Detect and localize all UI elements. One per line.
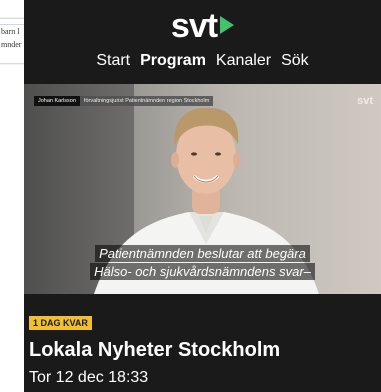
nav-item-kanaler[interactable]: Kanaler [216,50,271,72]
main-nav: Start Program Kanaler Sök [24,50,381,72]
play-triangle-icon [220,16,235,35]
background-divider [0,24,25,25]
background-text-line-2: mnder [1,40,22,49]
lower-third-name: Johan Karlsson [34,96,80,106]
video-player[interactable]: Johan Karlsson förvaltningsjurist Patien… [24,84,381,294]
subtitle-line-2: Hälso- och sjukvårdsnämndens svar– [90,263,315,280]
nav-item-sok[interactable]: Sök [281,50,309,72]
lower-third-caption: Johan Karlsson förvaltningsjurist Patien… [34,96,214,106]
nav-item-start[interactable]: Start [96,50,130,72]
program-title[interactable]: Lokala Nyheter Stockholm [29,338,280,362]
background-text-line-1: barn l [1,27,20,36]
svt-watermark: svt [357,95,373,107]
nav-item-program[interactable]: Program [140,50,206,72]
subtitle-line-1: Patientnämnden beslutar att begära [95,245,310,262]
video-subtitles: Patientnämnden beslutar att begära Hälso… [24,245,381,281]
background-article-snippet: barn l mnder [0,18,26,64]
lower-third-title: förvaltningsjurist Patientnämnden region… [79,96,214,106]
program-info: 1 DAG KVAR Lokala Nyheter Stockholm Tor … [24,294,381,392]
svt-logo[interactable]: svt [24,6,381,46]
program-airtime: Tor 12 dec 18:33 [29,369,149,386]
days-left-badge: 1 DAG KVAR [29,316,92,330]
svt-logo-text: svt [170,7,218,45]
